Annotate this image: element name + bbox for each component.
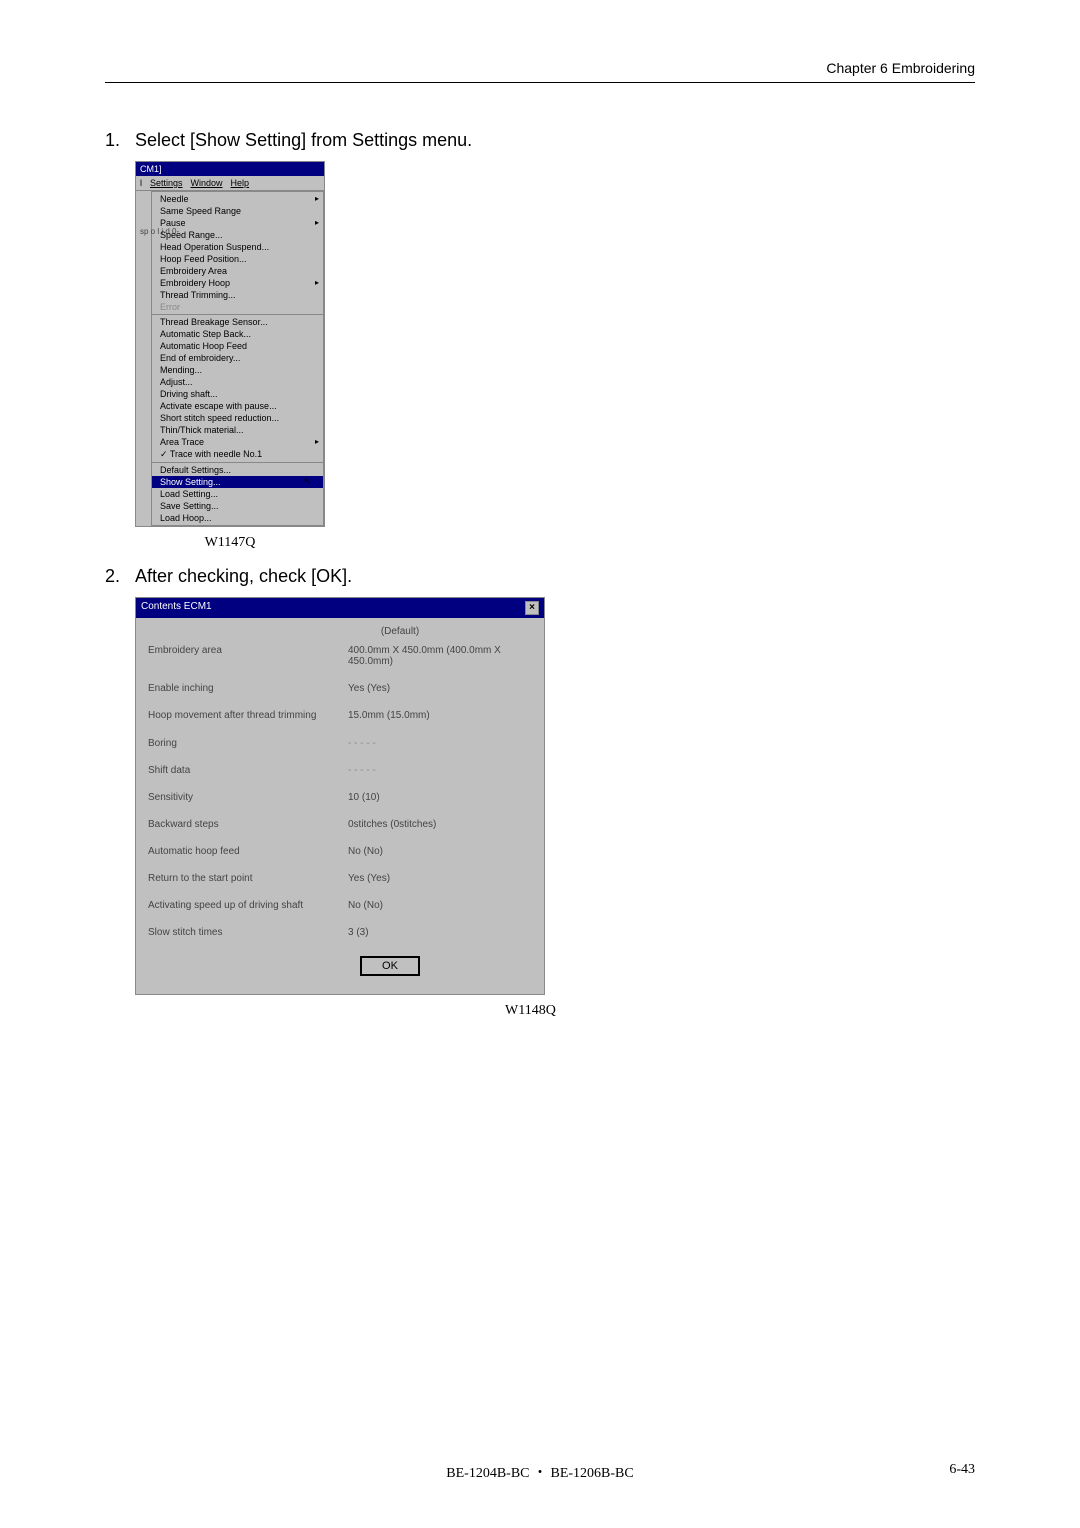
menu-thread-breakage[interactable]: Thread Breakage Sensor... — [152, 316, 323, 328]
step-2-number: 2. — [105, 566, 135, 587]
menu-trace-needle[interactable]: ✓ Trace with needle No.1 — [152, 448, 323, 461]
row-enable-inching: Enable inching Yes (Yes) — [148, 675, 532, 702]
footer-page-number: 6-43 — [949, 1462, 975, 1478]
value-backward-steps: 0stitches (0stitches) — [348, 819, 436, 830]
menu-driving-shaft[interactable]: Driving shaft... — [152, 388, 323, 400]
step-2: 2. After checking, check [OK]. — [105, 566, 975, 587]
step-1-text: Select [Show Setting] from Settings menu… — [135, 130, 472, 151]
menu-adjust[interactable]: Adjust... — [152, 376, 323, 388]
step-1-number: 1. — [105, 130, 135, 151]
value-sensitivity: 10 (10) — [348, 792, 380, 803]
row-sensitivity: Sensitivity 10 (10) — [148, 784, 532, 811]
contents-dialog-screenshot: Contents ECM1 × (Default) Embroidery are… — [135, 597, 545, 995]
menu-activate-escape[interactable]: Activate escape with pause... — [152, 400, 323, 412]
menu-area-trace[interactable]: Area Trace — [152, 436, 323, 448]
row-slow-stitch: Slow stitch times 3 (3) — [148, 919, 532, 946]
footer-center: BE-1204B-BC ・ BE-1206B-BC — [446, 1462, 633, 1482]
row-boring: Boring - - - - - — [148, 730, 532, 757]
value-boring: - - - - - — [348, 738, 376, 749]
menu-show-setting-label: Show Setting... — [160, 477, 221, 487]
menu-settings[interactable]: Settings — [150, 178, 183, 188]
ok-button[interactable]: OK — [360, 956, 420, 976]
settings-menu-screenshot: CM1] l Settings Window Help sp o l i d 0… — [135, 161, 325, 527]
close-icon[interactable]: × — [525, 601, 539, 615]
label-enable-inching: Enable inching — [148, 683, 348, 694]
dialog-titlebar: Contents ECM1 × — [136, 598, 544, 618]
value-hoop-movement: 15.0mm (15.0mm) — [348, 710, 430, 721]
label-return-start: Return to the start point — [148, 873, 348, 884]
screenshot-1-caption: W1147Q — [135, 535, 325, 551]
row-auto-hoop-feed: Automatic hoop feed No (No) — [148, 838, 532, 865]
menu-short-stitch[interactable]: Short stitch speed reduction... — [152, 412, 323, 424]
menu-mending[interactable]: Mending... — [152, 364, 323, 376]
step-2-text: After checking, check [OK]. — [135, 566, 352, 587]
menu-auto-step-back[interactable]: Automatic Step Back... — [152, 328, 323, 340]
menu-auto-hoop-feed[interactable]: Automatic Hoop Feed — [152, 340, 323, 352]
dialog-title: Contents ECM1 — [141, 601, 212, 615]
screenshot-2-caption: W1148Q — [135, 1003, 975, 1019]
value-shift-data: - - - - - — [348, 765, 376, 776]
label-slow-stitch: Slow stitch times — [148, 927, 348, 938]
menu-window[interactable]: Window — [191, 178, 223, 188]
menu-error: Error — [152, 301, 323, 313]
label-hoop-movement: Hoop movement after thread trimming — [148, 710, 348, 722]
value-slow-stitch: 3 (3) — [348, 927, 369, 938]
menu-default-settings[interactable]: Default Settings... — [152, 464, 323, 476]
menu-end-embroidery[interactable]: End of embroidery... — [152, 352, 323, 364]
menu-same-speed[interactable]: Same Speed Range — [152, 205, 323, 217]
menu-thin-thick[interactable]: Thin/Thick material... — [152, 424, 323, 436]
ok-button-row: OK — [248, 946, 532, 986]
menu-hoop-feed[interactable]: Hoop Feed Position... — [152, 253, 323, 265]
row-activating-speed: Activating speed up of driving shaft No … — [148, 892, 532, 919]
menu-show-setting[interactable]: Show Setting... ↖ — [152, 476, 323, 488]
menu-speed-range[interactable]: Speed Range... — [152, 229, 323, 241]
label-shift-data: Shift data — [148, 765, 348, 776]
label-backward-steps: Backward steps — [148, 819, 348, 830]
menu-l[interactable]: l — [140, 178, 142, 188]
value-embroidery-area: 400.0mm X 450.0mm (400.0mm X 450.0mm) — [348, 645, 532, 667]
value-return-start: Yes (Yes) — [348, 873, 390, 884]
menu-head-operation[interactable]: Head Operation Suspend... — [152, 241, 323, 253]
menu-load-setting[interactable]: Load Setting... — [152, 488, 323, 500]
label-auto-hoop-feed: Automatic hoop feed — [148, 846, 348, 857]
label-activating-speed: Activating speed up of driving shaft — [148, 900, 348, 911]
row-return-start: Return to the start point Yes (Yes) — [148, 865, 532, 892]
menu-thread-trimming[interactable]: Thread Trimming... — [152, 289, 323, 301]
menu-help[interactable]: Help — [231, 178, 250, 188]
menu-separator-2 — [152, 462, 323, 463]
menu-embroidery-area[interactable]: Embroidery Area — [152, 265, 323, 277]
menu-separator-1 — [152, 314, 323, 315]
header-divider — [105, 82, 975, 83]
window-titlebar: CM1] — [136, 162, 324, 176]
value-activating-speed: No (No) — [348, 900, 383, 911]
chapter-header: Chapter 6 Embroidering — [826, 60, 975, 76]
label-embroidery-area: Embroidery area — [148, 645, 348, 656]
row-embroidery-area: Embroidery area 400.0mm X 450.0mm (400.0… — [148, 637, 532, 675]
menubar: l Settings Window Help — [136, 176, 324, 191]
value-auto-hoop-feed: No (No) — [348, 846, 383, 857]
page-footer: BE-1204B-BC ・ BE-1206B-BC 6-43 — [105, 1462, 975, 1478]
row-shift-data: Shift data - - - - - — [148, 757, 532, 784]
menu-load-hoop[interactable]: Load Hoop... — [152, 512, 323, 524]
row-backward-steps: Backward steps 0stitches (0stitches) — [148, 811, 532, 838]
label-boring: Boring — [148, 738, 348, 749]
menu-pause[interactable]: Pause — [152, 217, 323, 229]
step-1: 1. Select [Show Setting] from Settings m… — [105, 130, 975, 151]
default-label: (Default) — [268, 626, 532, 637]
settings-dropdown: Needle Same Speed Range Pause Speed Rang… — [151, 191, 324, 526]
menu-embroidery-hoop[interactable]: Embroidery Hoop — [152, 277, 323, 289]
menu-needle[interactable]: Needle — [152, 193, 323, 205]
label-sensitivity: Sensitivity — [148, 792, 348, 803]
value-enable-inching: Yes (Yes) — [348, 683, 390, 694]
row-hoop-movement: Hoop movement after thread trimming 15.0… — [148, 702, 532, 730]
menu-save-setting[interactable]: Save Setting... — [152, 500, 323, 512]
